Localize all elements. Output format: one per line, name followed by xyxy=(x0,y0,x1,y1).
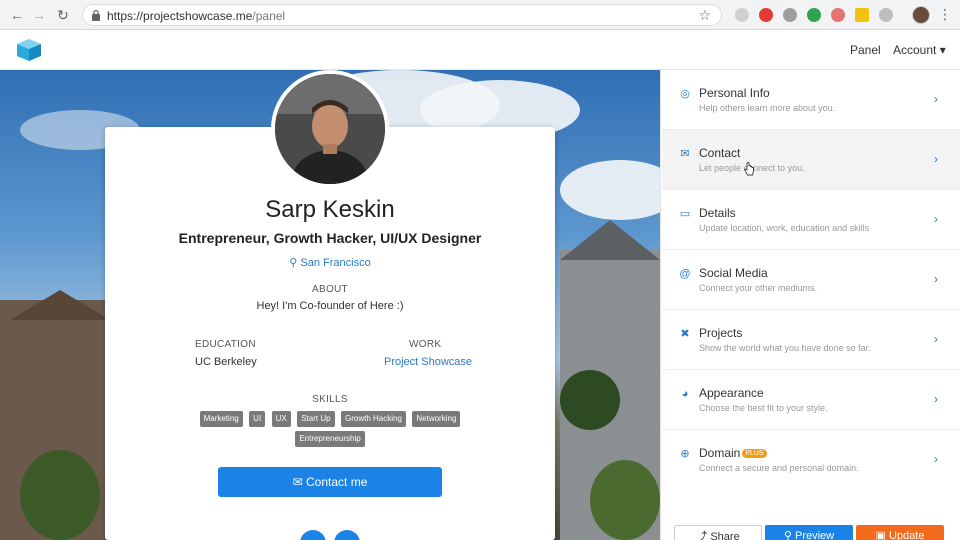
skill-tag: Marketing xyxy=(199,411,243,427)
chevron-right-icon: › xyxy=(934,452,938,466)
notes-extension-icon[interactable] xyxy=(855,8,869,22)
panel-item-subtitle: Update location, work, education and ski… xyxy=(699,223,870,233)
profile-photo xyxy=(271,70,389,188)
panel-item-title: Contact xyxy=(699,146,741,160)
back-icon[interactable]: ← xyxy=(8,6,26,24)
logo[interactable] xyxy=(16,38,42,62)
skill-tag: Start Up xyxy=(297,411,335,427)
share-button[interactable]: ⤴ Share xyxy=(674,525,762,540)
chevron-right-icon: › xyxy=(934,392,938,406)
extension-icon[interactable] xyxy=(735,8,749,22)
map-pin-icon: ⚲ xyxy=(289,257,298,269)
profile-location[interactable]: ⚲ San Francisco xyxy=(105,256,555,269)
extension-icon[interactable] xyxy=(831,8,845,22)
skill-tag: UI xyxy=(249,411,266,427)
app-header: Panel Account ▾ xyxy=(0,30,960,70)
panel-item-social-media[interactable]: @ Social Media Connect your other medium… xyxy=(662,250,960,310)
education-label: EDUCATION xyxy=(195,339,256,350)
chevron-down-icon: ▾ xyxy=(939,43,946,57)
profile-name: Sarp Keskin xyxy=(265,196,395,223)
tools-icon: ✖ xyxy=(680,328,690,340)
user-circle-icon: ◎ xyxy=(680,88,690,100)
panel-item-contact[interactable]: ✉ Contact Let people connect to you. › xyxy=(662,130,960,190)
globe-icon: ⊕ xyxy=(680,448,690,460)
envelope-icon: ✉ xyxy=(292,475,303,489)
chevron-right-icon: › xyxy=(934,92,938,106)
preview-button[interactable]: ⚲ Preview xyxy=(765,525,853,540)
update-button[interactable]: ▣ Update xyxy=(856,525,944,540)
panel-item-subtitle: Choose the best fit to your style. xyxy=(699,403,828,413)
extension-icon[interactable] xyxy=(783,8,797,22)
nav-account-dropdown[interactable]: Account ▾ xyxy=(893,43,946,57)
work-label: WORK xyxy=(409,339,442,350)
panel-item-subtitle: Connect a secure and personal domain. xyxy=(699,463,859,473)
palette-icon: ◕ xyxy=(681,388,689,400)
skill-tag: Growth Hacking xyxy=(341,411,406,427)
lock-icon xyxy=(92,9,100,21)
browser-toolbar: ← → ↻ https://projectshowcase.me/panel ☆… xyxy=(0,0,960,30)
panel-item-title: Projects xyxy=(699,326,743,340)
about-text: Hey! I'm Co-founder of Here :) xyxy=(256,300,404,312)
panel-item-title: Personal Info xyxy=(699,86,770,100)
chevron-right-icon: › xyxy=(934,272,938,286)
panel-item-appearance[interactable]: ◕ Appearance Choose the best fit to your… xyxy=(662,370,960,430)
extension-icon[interactable] xyxy=(879,8,893,22)
panel-item-subtitle: Help others learn more about you. xyxy=(699,103,836,113)
education-value: UC Berkeley xyxy=(195,356,257,368)
panel-item-subtitle: Connect your other mediums. xyxy=(699,283,818,293)
bookmark-star-icon[interactable]: ☆ xyxy=(698,7,711,24)
grammarly-extension-icon[interactable] xyxy=(807,8,821,22)
panel-item-title: Appearance xyxy=(699,386,764,400)
id-card-icon: ▭ xyxy=(679,208,691,220)
panel-item-title: Social Media xyxy=(699,266,768,280)
about-label: ABOUT xyxy=(312,284,348,295)
forward-icon[interactable]: → xyxy=(30,6,48,24)
hand-cursor-icon xyxy=(744,162,754,176)
chevron-right-icon: › xyxy=(934,212,938,226)
panel-item-projects[interactable]: ✖ Projects Show the world what you have … xyxy=(662,310,960,370)
skill-tag: Networking xyxy=(412,411,461,427)
browser-profile-avatar[interactable] xyxy=(912,6,930,24)
skills-label: SKILLS xyxy=(312,394,348,405)
search-icon: ⚲ xyxy=(783,530,792,540)
reload-icon[interactable]: ↻ xyxy=(54,6,72,24)
at-icon: @ xyxy=(679,268,691,280)
envelope-icon: ✉ xyxy=(680,148,690,160)
browser-menu-icon[interactable]: ⋮ xyxy=(938,6,952,23)
save-icon: ▣ xyxy=(875,530,886,540)
contact-me-button[interactable]: ✉ Contact me xyxy=(218,467,442,497)
plus-badge: PLUS xyxy=(742,449,767,458)
chevron-right-icon: › xyxy=(934,152,938,166)
opera-extension-icon[interactable] xyxy=(759,8,773,22)
panel-item-personal-info[interactable]: ◎ Personal Info Help others learn more a… xyxy=(662,70,960,130)
panel-item-subtitle: Show the world what you have done so far… xyxy=(699,343,871,353)
profile-headline: Entrepreneur, Growth Hacker, UI/UX Desig… xyxy=(178,230,482,246)
skills-list: Marketing UI UX Start Up Growth Hacking … xyxy=(195,410,465,450)
share-icon: ⤴ xyxy=(696,531,708,540)
skill-tag: UX xyxy=(271,411,291,427)
panel-item-title: Details xyxy=(699,206,736,220)
panel-item-details[interactable]: ▭ Details Update location, work, educati… xyxy=(662,190,960,250)
url-text: https://projectshowcase.me/panel xyxy=(107,9,286,23)
panel-item-title: Domain PLUS xyxy=(699,446,767,460)
chevron-right-icon: › xyxy=(934,332,938,346)
skill-tag: Entrepreneurship xyxy=(295,431,365,447)
work-value[interactable]: Project Showcase xyxy=(384,356,472,368)
address-bar[interactable]: https://projectshowcase.me/panel ☆ xyxy=(82,4,722,26)
panel-item-domain[interactable]: ⊕ Domain PLUS Connect a secure and person… xyxy=(662,430,960,490)
nav-panel-link[interactable]: Panel xyxy=(850,43,881,57)
